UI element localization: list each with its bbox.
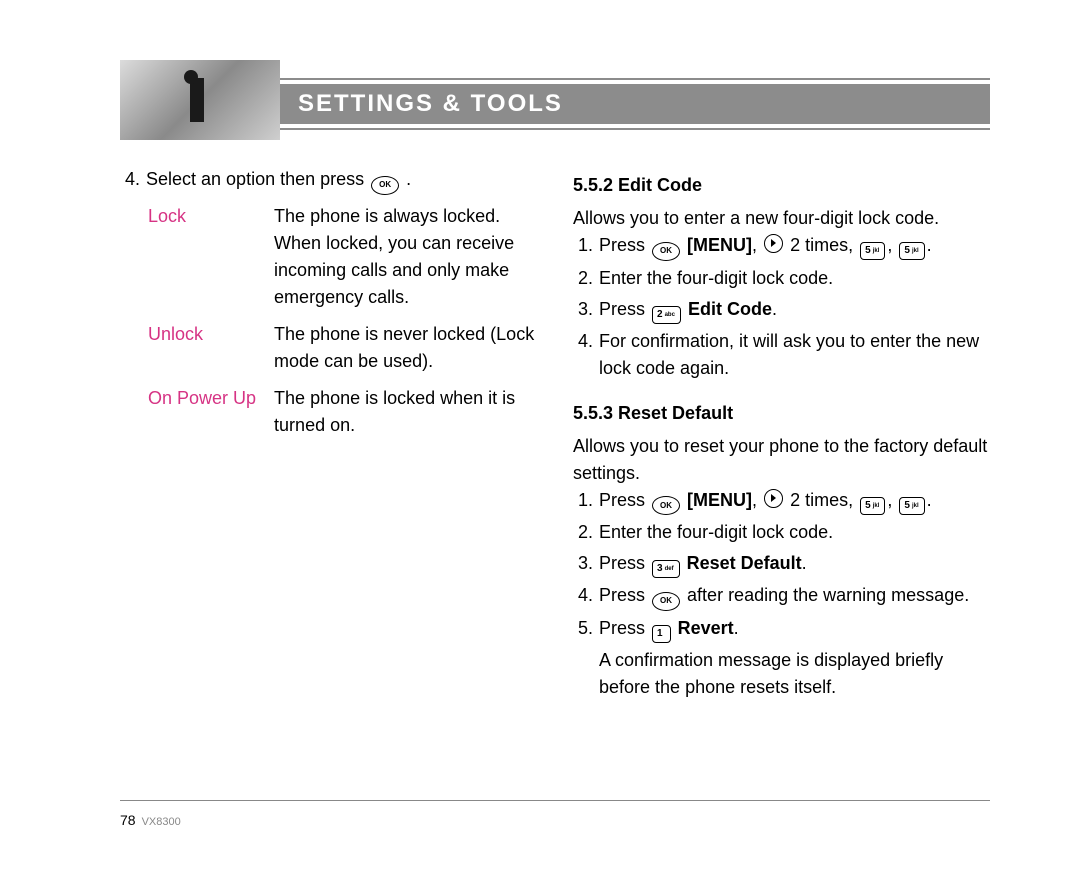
step-4-text: Select an option then press <box>146 169 364 189</box>
right-column: 5.5.2 Edit Code Allows you to enter a ne… <box>573 166 990 705</box>
footer-rule <box>120 800 990 801</box>
options-table: Lock The phone is always locked. When lo… <box>148 203 537 449</box>
sec553-step-5: 5. Press 1 Revert. <box>573 615 990 643</box>
section-552-intro: Allows you to enter a new four-digit loc… <box>573 205 990 232</box>
sec553-step-1: 1. Press OK [MENU], 2 times, 5jkl, 5jkl. <box>573 487 990 516</box>
edit-code-label: Edit Code <box>688 299 772 319</box>
right-arrow-key-icon <box>764 489 783 508</box>
page-number: 78 <box>120 812 136 828</box>
sec553-step-4: 4. Press OK after reading the warning me… <box>573 582 990 611</box>
key-5-icon: 5jkl <box>899 242 924 260</box>
option-row-onpowerup: On Power Up The phone is locked when it … <box>148 385 537 449</box>
option-row-unlock: Unlock The phone is never locked (Lock m… <box>148 321 537 385</box>
ok-key-icon: OK <box>652 496 680 515</box>
reset-default-label: Reset Default <box>687 553 802 573</box>
option-name: Lock <box>148 203 274 321</box>
revert-label: Revert <box>678 618 734 638</box>
header-bar: SETTINGS & TOOLS <box>280 84 990 124</box>
option-desc: The phone is locked when it is turned on… <box>274 385 537 449</box>
header-rule-bottom <box>280 128 990 130</box>
right-arrow-key-icon <box>764 234 783 253</box>
sec552-step-3: 3. Press 2abc Edit Code. <box>573 296 990 324</box>
key-1-icon: 1 <box>652 625 671 643</box>
key-2-icon: 2abc <box>652 306 681 324</box>
ok-key-icon: OK <box>652 592 680 611</box>
left-column: 4. Select an option then press OK . Lock… <box>120 166 537 705</box>
ok-key-icon: OK <box>371 176 399 195</box>
key-5-icon: 5jkl <box>860 242 885 260</box>
content-columns: 4. Select an option then press OK . Lock… <box>120 166 990 705</box>
sec553-step-2: 2. Enter the four-digit lock code. <box>573 519 990 546</box>
sec552-step-1: 1. Press OK [MENU], 2 times, 5jkl, 5jkl. <box>573 232 990 261</box>
model-label: VX8300 <box>142 816 181 828</box>
section-heading-553: 5.5.3 Reset Default <box>573 400 990 427</box>
key-3-icon: 3def <box>652 560 680 578</box>
page-title: SETTINGS & TOOLS <box>280 90 563 118</box>
page-footer: 78 VX8300 <box>120 812 181 828</box>
ok-key-icon: OK <box>652 242 680 261</box>
option-name: Unlock <box>148 321 274 385</box>
step-4: 4. Select an option then press OK . <box>120 166 537 195</box>
menu-label: [MENU] <box>687 490 752 510</box>
sec553-step-3: 3. Press 3def Reset Default. <box>573 550 990 578</box>
step-number: 4. <box>120 166 140 195</box>
option-desc: The phone is never locked (Lock mode can… <box>274 321 537 385</box>
header-rule-top <box>280 78 990 80</box>
option-desc: The phone is always locked. When locked,… <box>274 203 537 321</box>
key-5-icon: 5jkl <box>899 497 924 515</box>
menu-label: [MENU] <box>687 235 752 255</box>
section-heading-552: 5.5.2 Edit Code <box>573 172 990 199</box>
section-553-intro: Allows you to reset your phone to the fa… <box>573 433 990 487</box>
header-decorative-image <box>120 60 280 140</box>
option-row-lock: Lock The phone is always locked. When lo… <box>148 203 537 321</box>
option-name: On Power Up <box>148 385 274 449</box>
sec552-step-4: 4. For confirmation, it will ask you to … <box>573 328 990 382</box>
key-5-icon: 5jkl <box>860 497 885 515</box>
sec552-step-2: 2. Enter the four-digit lock code. <box>573 265 990 292</box>
sec553-step-5-tail: A confirmation message is displayed brie… <box>599 647 990 701</box>
header-band: SETTINGS & TOOLS <box>120 60 990 140</box>
